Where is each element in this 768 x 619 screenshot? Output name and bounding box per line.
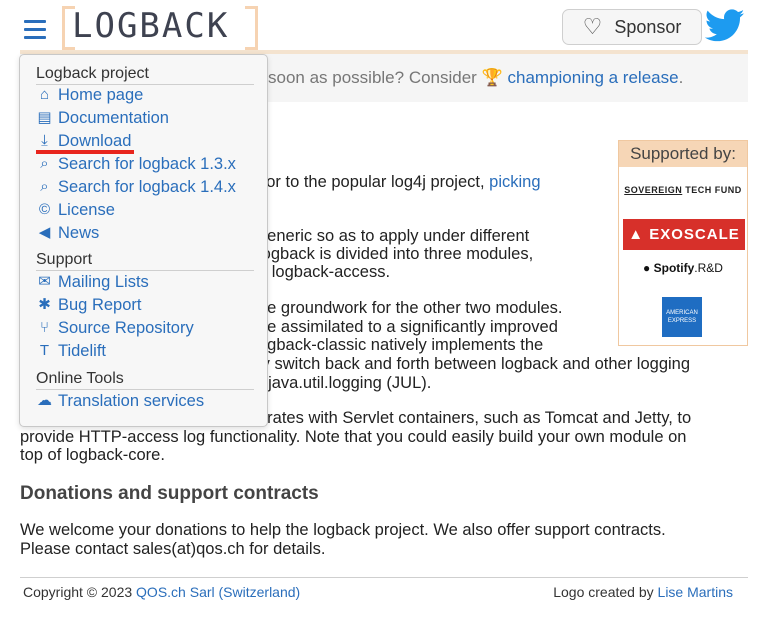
menu-item-mailing-lists[interactable]: ✉ Mailing Lists	[36, 272, 149, 292]
exoscale-label: EXOSCALE	[649, 226, 740, 243]
section-logback-project: Logback project	[36, 64, 254, 85]
trophy-icon: 🏆	[481, 68, 503, 87]
sovereign-label: SOVEREIGN	[624, 185, 683, 195]
menu-label: Source Repository	[58, 319, 194, 337]
search-icon: ⌕	[40, 178, 49, 195]
menu-item-bug-report[interactable]: ✱ Bug Report	[36, 295, 141, 315]
access-text-2: provide HTTP-access log functionality. N…	[20, 428, 687, 446]
modules-text-3: d logback-access.	[258, 263, 391, 281]
sovereign-tech-fund-logo[interactable]: SOVEREIGN TECH FUND	[619, 185, 747, 195]
navigation-menu: Logback project ⌂ Home page ▤ Documentat…	[19, 54, 268, 427]
cloud-icon: ☁	[37, 392, 52, 409]
donations-text-2: Please contact sales(at)qos.ch for detai…	[20, 540, 326, 558]
download-icon: ⤓	[41, 132, 48, 149]
sponsor-label: Sponsor	[614, 16, 682, 37]
branch-icon: ⑂	[39, 319, 49, 336]
menu-label: Search for logback 1.3.x	[58, 155, 236, 173]
menu-item-search-1-4[interactable]: ⌕ Search for logback 1.4.x	[36, 177, 236, 197]
core-text-1: he groundwork for the other two modules.	[258, 299, 563, 317]
logback-logo[interactable]: LOGBACK	[62, 6, 258, 50]
menu-label: Documentation	[58, 109, 169, 127]
footer-divider	[20, 577, 748, 578]
menu-label: Search for logback 1.4.x	[58, 178, 236, 196]
spotify-logo[interactable]: ● Spotify.R&D	[619, 261, 747, 275]
logo-credit-text: Logo created by	[553, 584, 654, 600]
qos-link[interactable]: QOS.ch Sarl (Switzerland)	[136, 584, 300, 600]
core-text-2: be assimilated to a significantly improv…	[258, 318, 558, 336]
intro-text: sor to the popular log4j project,	[258, 173, 485, 191]
modules-text-1: generic so as to apply under different	[258, 227, 530, 245]
menu-label: Download	[58, 132, 132, 150]
modules-text-2: logback is divided into three modules,	[258, 245, 534, 263]
lise-martins-link[interactable]: Lise Martins	[658, 584, 733, 600]
home-icon: ⌂	[39, 86, 50, 103]
download-highlight-underline	[36, 150, 134, 154]
bug-icon: ✱	[38, 296, 51, 313]
book-icon: ▤	[37, 109, 52, 126]
menu-item-translation-services[interactable]: ☁ Translation services	[36, 391, 204, 411]
menu-label: Mailing Lists	[58, 273, 149, 291]
tidelift-icon: T	[39, 342, 50, 359]
spotify-rd-label: .R&D	[694, 261, 723, 275]
copyright-text: Copyright © 2023	[23, 584, 133, 600]
section-support: Support	[36, 250, 254, 271]
menu-label: Bug Report	[58, 296, 142, 314]
core-text-5: r java.util.logging (JUL).	[258, 374, 432, 392]
menu-item-news[interactable]: ◀ News	[36, 223, 100, 243]
menu-item-tidelift[interactable]: T Tidelift	[36, 341, 106, 361]
banner-text: soon as possible? Consider	[268, 68, 477, 87]
spotify-label: Spotify	[653, 261, 695, 275]
menu-item-documentation[interactable]: ▤ Documentation	[36, 108, 169, 128]
picking-link[interactable]: picking	[489, 173, 540, 191]
envelope-icon: ✉	[38, 273, 51, 290]
menu-label: Tidelift	[58, 342, 106, 360]
supported-by-box: Supported by: SOVEREIGN TECH FUND ▲ EXOS…	[618, 140, 748, 346]
american-express-logo[interactable]: AMERICAN EXPRESS	[662, 297, 702, 337]
heart-icon: ♡	[582, 14, 603, 39]
menu-label: News	[58, 224, 100, 242]
megaphone-icon: ◀	[38, 224, 51, 241]
championing-release-link[interactable]: championing a release	[508, 68, 679, 87]
copyright-icon: ©	[38, 201, 51, 218]
access-text-1: grates with Servlet containers, such as …	[258, 409, 692, 427]
twitter-icon[interactable]	[705, 9, 745, 43]
menu-label: Home page	[58, 86, 144, 104]
hamburger-menu-icon[interactable]	[24, 20, 46, 39]
footer-copyright: Copyright © 2023 QOS.ch Sarl (Switzerlan…	[23, 584, 300, 600]
exoscale-logo[interactable]: ▲ EXOSCALE	[623, 219, 745, 250]
sponsor-button[interactable]: ♡ Sponsor	[562, 9, 702, 45]
search-icon: ⌕	[40, 155, 49, 172]
menu-item-download[interactable]: ⤓ Download	[36, 131, 131, 151]
menu-label: License	[58, 201, 115, 219]
footer-credit: Logo created by Lise Martins	[553, 584, 733, 600]
menu-item-source-repository[interactable]: ⑂ Source Repository	[36, 318, 194, 338]
menu-label: Translation services	[58, 392, 205, 410]
section-online-tools: Online Tools	[36, 369, 254, 390]
tech-fund-label: TECH FUND	[682, 185, 742, 195]
banner-period: .	[678, 68, 684, 87]
donations-heading: Donations and support contracts	[20, 483, 319, 504]
menu-item-search-1-3[interactable]: ⌕ Search for logback 1.3.x	[36, 154, 236, 174]
access-text-3: top of logback-core.	[20, 446, 165, 464]
core-text-3: ogback-classic natively implements the	[258, 336, 544, 354]
core-text-4: ly switch back and forth between logback…	[258, 355, 691, 373]
menu-item-home-page[interactable]: ⌂ Home page	[36, 85, 143, 105]
supported-by-title: Supported by:	[619, 141, 747, 167]
menu-item-license[interactable]: © License	[36, 200, 115, 220]
donations-text-1: We welcome your donations to help the lo…	[20, 521, 666, 539]
top-bar: LOGBACK ♡ Sponsor	[0, 0, 768, 52]
